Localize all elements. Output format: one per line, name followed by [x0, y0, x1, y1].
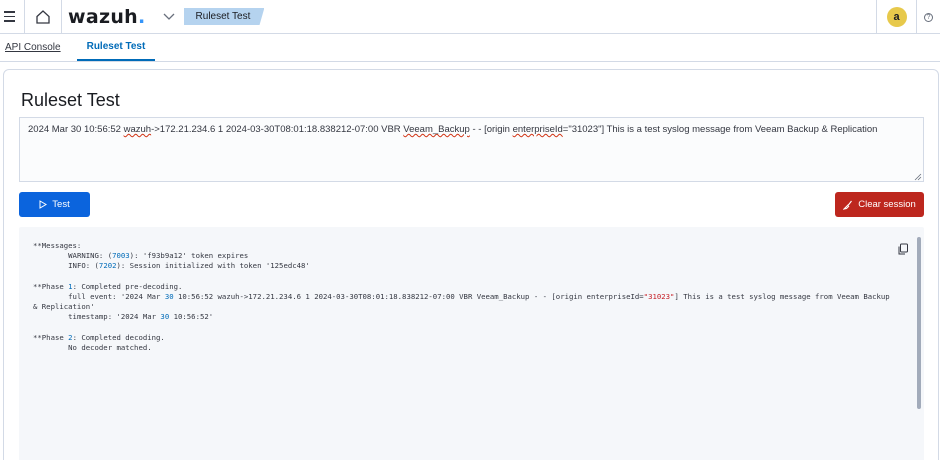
header-divider — [61, 0, 62, 34]
clear-session-label: Clear session — [858, 199, 916, 210]
output-panel: **Messages: WARNING: (7003): 'f93b9a12' … — [19, 227, 924, 460]
avatar[interactable]: a — [886, 7, 907, 27]
resize-handle-icon[interactable] — [914, 173, 922, 181]
ruleset-test-panel: Ruleset Test 2024 Mar 30 10:56:52 wazuh-… — [3, 69, 939, 460]
top-header: wazuh. Ruleset Test a ? — [0, 0, 940, 34]
home-icon[interactable] — [25, 0, 61, 34]
test-button[interactable]: Test — [19, 192, 90, 217]
output-text: **Messages: WARNING: (7003): 'f93b9a12' … — [33, 241, 895, 353]
wazuh-logo[interactable]: wazuh. — [68, 6, 146, 28]
play-icon — [39, 200, 48, 209]
help-icon[interactable]: ? — [924, 12, 933, 22]
copy-icon[interactable] — [897, 243, 909, 255]
tab-ruleset-test[interactable]: Ruleset Test — [76, 33, 156, 61]
tab-bar: API Console Ruleset Test — [0, 34, 940, 62]
chevron-down-icon[interactable] — [162, 10, 176, 24]
log-input[interactable]: 2024 Mar 30 10:56:52 wazuh->172.21.234.6… — [19, 117, 924, 182]
tab-api-console[interactable]: API Console — [0, 33, 71, 61]
broom-icon — [843, 200, 853, 210]
clear-session-button[interactable]: Clear session — [835, 192, 924, 217]
test-button-label: Test — [52, 199, 70, 210]
hamburger-menu-icon[interactable] — [4, 7, 24, 27]
help-menu[interactable]: ? — [916, 0, 940, 34]
page-title: Ruleset Test — [21, 90, 120, 110]
output-scrollbar[interactable] — [917, 237, 921, 409]
breadcrumb[interactable]: Ruleset Test — [183, 8, 265, 25]
user-menu[interactable]: a — [876, 0, 916, 34]
